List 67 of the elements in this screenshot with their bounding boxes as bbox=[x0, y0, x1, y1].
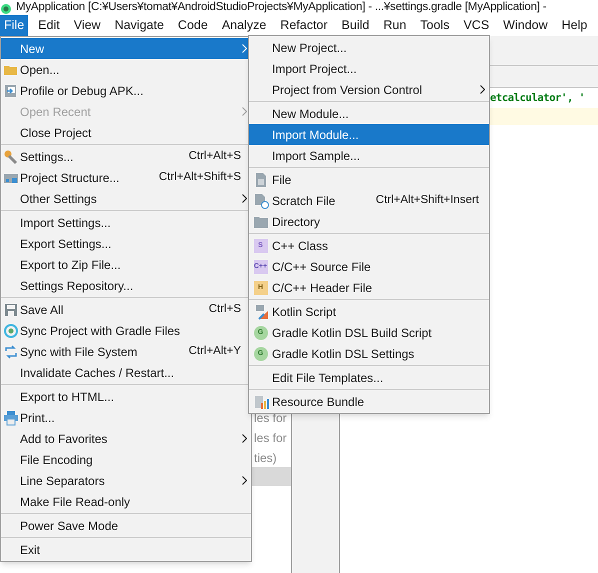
menu-item[interactable]: Save All Ctrl+S bbox=[1, 299, 251, 320]
menu-item[interactable]: Print... bbox=[1, 407, 251, 428]
menu-bar-item[interactable]: View bbox=[70, 15, 105, 36]
menu-item[interactable]: Profile or Debug APK... bbox=[1, 80, 251, 101]
menu-item[interactable]: Make File Read-only bbox=[1, 491, 251, 512]
file-clock-icon bbox=[252, 192, 268, 208]
menu-item[interactable]: Settings Repository... bbox=[1, 275, 251, 296]
chevron-right-icon bbox=[242, 434, 247, 443]
menu-bar-item[interactable]: Analyze bbox=[218, 15, 270, 36]
menu-item[interactable]: Project from Version Control bbox=[249, 79, 489, 100]
menu-bar-item[interactable]: Run bbox=[379, 15, 410, 36]
menu-item[interactable]: Import Module... bbox=[249, 124, 489, 145]
menu-item[interactable]: File bbox=[249, 169, 489, 190]
menu-bar-item[interactable]: Build bbox=[338, 15, 374, 36]
settings-icon bbox=[2, 148, 18, 164]
menu-item[interactable]: Export to HTML... bbox=[1, 386, 251, 407]
printer-icon bbox=[2, 410, 18, 426]
menu-item[interactable]: Import Project... bbox=[249, 58, 489, 79]
menu-item[interactable]: Line Separators bbox=[1, 470, 251, 491]
panel-text: les for bbox=[253, 410, 287, 427]
menu-item[interactable]: Import Sample... bbox=[249, 145, 489, 166]
menu-bar-item[interactable]: Tools bbox=[416, 15, 454, 36]
bar-chart-icon bbox=[252, 394, 268, 410]
menu-item[interactable]: Close Project bbox=[1, 122, 251, 143]
menu-bar-item[interactable]: Refactor bbox=[276, 15, 332, 36]
menu-item[interactable]: Add to Favorites bbox=[1, 428, 251, 449]
panel-text: les for bbox=[253, 430, 287, 447]
menu-item[interactable]: New bbox=[1, 38, 251, 59]
menu-bar-item[interactable]: File bbox=[0, 15, 28, 36]
menu-bar-item[interactable]: Edit bbox=[34, 15, 64, 36]
chevron-right-icon bbox=[480, 85, 485, 94]
menu-item[interactable]: New Module... bbox=[249, 103, 489, 124]
menu-item[interactable]: Export Settings... bbox=[1, 233, 251, 254]
menu-item[interactable]: Export to Zip File... bbox=[1, 254, 251, 275]
menu-bar-item[interactable]: Help bbox=[558, 15, 592, 36]
chevron-right-icon bbox=[242, 194, 247, 203]
menu-item[interactable]: Sync Project with Gradle Files bbox=[1, 320, 251, 341]
menu-item[interactable]: Scratch File Ctrl+Alt+Shift+Insert bbox=[249, 190, 489, 211]
panel-text: ties) bbox=[253, 450, 277, 467]
sync-icon bbox=[2, 344, 18, 360]
sync-circle-icon bbox=[2, 322, 18, 338]
chevron-right-icon bbox=[242, 44, 247, 53]
selected-tree-row bbox=[252, 467, 291, 486]
menu-item[interactable]: Project Structure... Ctrl+Alt+Shift+S bbox=[1, 167, 251, 188]
menu-item[interactable]: Settings... Ctrl+Alt+S bbox=[1, 146, 251, 167]
code-line: etcalculator', ' bbox=[490, 91, 585, 106]
menu-item[interactable]: Kotlin Script bbox=[249, 301, 489, 322]
menu-item[interactable]: Edit File Templates... bbox=[249, 367, 489, 388]
menu-item[interactable]: Other Settings bbox=[1, 188, 251, 209]
menu-bar-item[interactable]: VCS bbox=[459, 15, 494, 36]
save-icon bbox=[2, 302, 18, 318]
menu-item[interactable]: Directory bbox=[249, 211, 489, 232]
app-icon bbox=[0, 2, 12, 14]
menu-item[interactable]: New Project... bbox=[249, 37, 489, 58]
menu-item[interactable]: File Encoding bbox=[1, 449, 251, 470]
menu-bar-item[interactable]: Navigate bbox=[110, 15, 168, 36]
menu-item[interactable]: Resource Bundle bbox=[249, 391, 489, 412]
menu-bar-item[interactable]: Code bbox=[174, 15, 212, 36]
menu-item[interactable]: Import Settings... bbox=[1, 212, 251, 233]
menu-bar-item[interactable]: Window bbox=[499, 15, 552, 36]
menu-item[interactable]: Power Save Mode bbox=[1, 515, 251, 536]
chevron-right-icon bbox=[242, 476, 247, 485]
window-title: MyApplication [C:¥Users¥tomat¥AndroidStudioProjects¥MyApplication] - ...¥settings.gradle [MyApplication] - bbox=[16, 0, 546, 15]
menu-item[interactable]: Exit bbox=[1, 539, 251, 560]
menu-item[interactable]: Open... bbox=[1, 59, 251, 80]
menu-item[interactable]: Invalidate Caches / Restart... bbox=[1, 362, 251, 383]
menu-item[interactable]: Sync with File System Ctrl+Alt+Y bbox=[1, 341, 251, 362]
